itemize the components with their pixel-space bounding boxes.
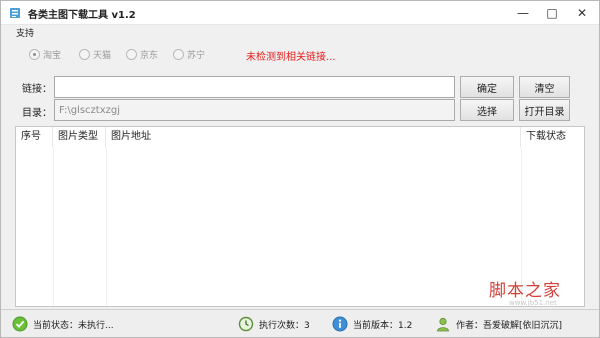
detection-status: 未检测到相关链接... xyxy=(246,52,336,63)
radio-label: 苏宁 xyxy=(187,50,206,61)
status-author: 作者：吾爱破解[依旧沉沉] xyxy=(435,315,562,333)
link-input[interactable] xyxy=(54,76,455,98)
radio-dot-icon xyxy=(126,48,137,60)
info-icon xyxy=(332,316,348,332)
confirm-button[interactable]: 确定 xyxy=(460,76,514,98)
status-author-text: 作者：吾爱破解[依旧沉沉] xyxy=(456,320,563,331)
watermark-brand: 脚本之家 xyxy=(489,281,561,301)
column-header-image-type[interactable]: 图片类型 xyxy=(53,127,106,147)
window-title: 各类主图下载工具 v1.2 xyxy=(28,10,136,21)
clear-button[interactable]: 清空 xyxy=(519,76,570,98)
directory-input[interactable] xyxy=(54,99,455,121)
radio-label: 京东 xyxy=(140,50,159,61)
status-exec-count-text: 执行次数：3 xyxy=(259,320,310,331)
status-bar: 当前状态：未执行... 执行次数：3 当前版本：1.2 作者：吾爱破解[依旧沉沉… xyxy=(1,309,599,337)
status-version: 当前版本：1.2 xyxy=(332,315,412,333)
status-state: 当前状态：未执行... xyxy=(12,315,114,333)
minimize-button[interactable]: — xyxy=(515,5,531,21)
status-state-text: 当前状态：未执行... xyxy=(33,320,114,331)
history-clock-icon xyxy=(238,316,254,332)
title-bar: 各类主图下载工具 v1.2 — □ ✕ xyxy=(1,1,599,25)
status-exec-count: 执行次数：3 xyxy=(238,315,310,333)
radio-suning[interactable]: 苏宁 xyxy=(173,47,205,61)
radio-label: 淘宝 xyxy=(43,50,62,61)
radio-label: 天猫 xyxy=(93,50,112,61)
radio-tmall[interactable]: 天猫 xyxy=(79,47,111,61)
radio-taobao[interactable]: 淘宝 xyxy=(29,47,61,61)
link-label: 链接： xyxy=(22,84,52,95)
check-circle-icon xyxy=(12,316,28,332)
column-divider xyxy=(106,147,107,306)
open-directory-button[interactable]: 打开目录 xyxy=(519,99,570,121)
radio-jd[interactable]: 京东 xyxy=(126,47,158,61)
maximize-button[interactable]: □ xyxy=(544,5,560,21)
watermark-url: www.jb51.net xyxy=(509,299,557,307)
app-icon xyxy=(10,8,20,18)
table-header: 序号 图片类型 图片地址 下载状态 xyxy=(16,127,584,147)
app-window: 各类主图下载工具 v1.2 — □ ✕ 支持 淘宝 天猫 京东 苏宁 未检测到相… xyxy=(0,0,600,338)
menu-bar: 支持 xyxy=(1,25,599,41)
column-divider xyxy=(53,147,54,306)
status-version-text: 当前版本：1.2 xyxy=(353,320,413,331)
directory-label: 目录： xyxy=(22,108,52,119)
column-header-index[interactable]: 序号 xyxy=(16,127,53,147)
menu-support[interactable]: 支持 xyxy=(16,26,34,39)
watermark: 脚本之家 www.jb51.net xyxy=(489,276,589,308)
column-header-image-url[interactable]: 图片地址 xyxy=(106,127,521,147)
select-directory-button[interactable]: 选择 xyxy=(460,99,514,121)
column-header-download-status[interactable]: 下载状态 xyxy=(521,127,584,147)
radio-dot-icon xyxy=(79,48,90,60)
radio-dot-icon xyxy=(29,48,40,60)
source-radio-group: 淘宝 天猫 京东 苏宁 未检测到相关链接... xyxy=(1,43,599,63)
close-button[interactable]: ✕ xyxy=(574,5,590,21)
user-icon xyxy=(437,317,449,332)
radio-dot-icon xyxy=(173,48,184,60)
